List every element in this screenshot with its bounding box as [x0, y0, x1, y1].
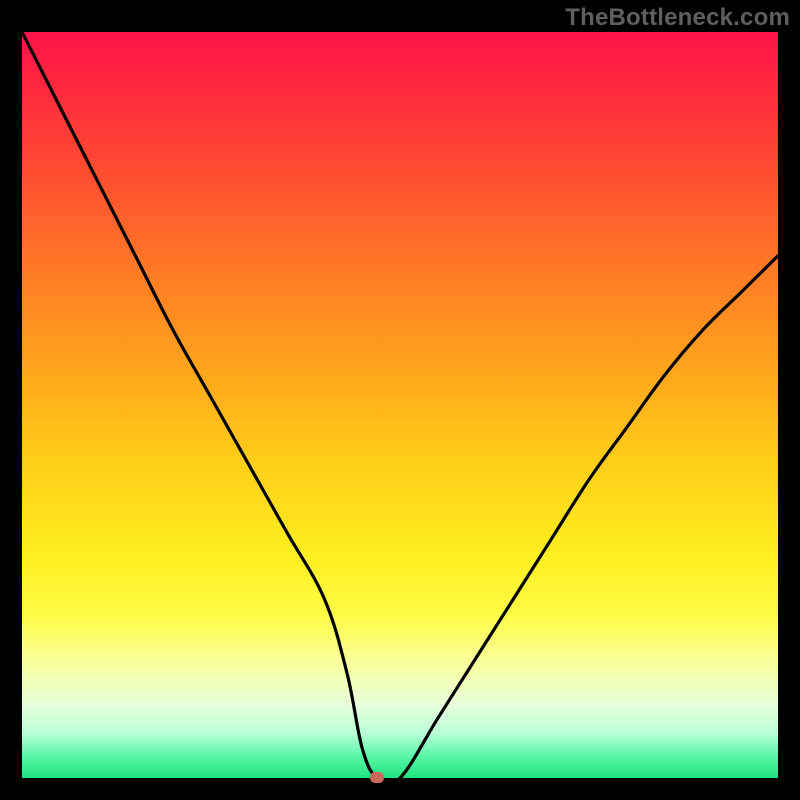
optimal-point-marker — [370, 772, 384, 783]
chart-frame: TheBottleneck.com — [0, 0, 800, 800]
plot-area — [22, 32, 778, 778]
bottleneck-curve — [22, 32, 778, 778]
watermark-label: TheBottleneck.com — [565, 4, 790, 32]
